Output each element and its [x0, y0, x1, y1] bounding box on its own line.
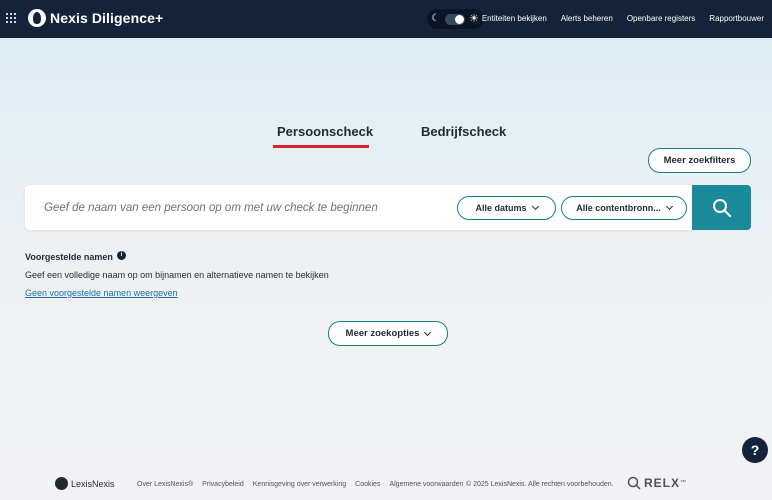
- footer-link-cookies[interactable]: Cookies: [355, 481, 380, 488]
- top-bar: Nexis Diligence+ ☾ ☀ Entiteiten bekijken…: [0, 0, 772, 38]
- search-input[interactable]: [44, 198, 444, 218]
- nav-manage-alerts[interactable]: Alerts beheren: [561, 14, 613, 23]
- relx-logo-icon: [627, 476, 641, 490]
- nav-public-registers[interactable]: Openbare registers: [627, 14, 695, 23]
- lexisnexis-logo[interactable]: LexisNexis: [55, 477, 115, 490]
- lexisnexis-logo-icon: [55, 477, 68, 490]
- hide-suggested-names-link[interactable]: Geen voorgestelde namen weergeven: [25, 288, 178, 298]
- lexisnexis-logo-text: LexisNexis: [71, 478, 115, 489]
- chevron-down-icon: [665, 202, 673, 211]
- date-filter-dropdown[interactable]: Alle datums: [457, 196, 556, 220]
- search-icon: [712, 198, 731, 217]
- suggested-names-description: Geef een volledige naam op om bijnamen e…: [25, 270, 329, 280]
- footer-copyright: © 2025 LexisNexis. Alle rechten voorbeho…: [466, 481, 614, 488]
- chevron-down-icon: [424, 328, 432, 336]
- main-nav: Entiteiten bekijken Alerts beheren Openb…: [468, 14, 764, 23]
- more-filters-button[interactable]: Meer zoekfilters: [648, 148, 751, 173]
- footer-link-processing-notice[interactable]: Kennisgeving over verwerking: [253, 481, 346, 488]
- date-filter-label: Alle datums: [475, 203, 527, 213]
- relx-logo[interactable]: RELX ™: [627, 476, 686, 490]
- suggested-names-title: Voorgestelde namen: [25, 252, 113, 262]
- nexis-logo-icon: [28, 9, 46, 27]
- brand[interactable]: Nexis Diligence+: [28, 9, 163, 27]
- more-search-options-button[interactable]: Meer zoekopties: [328, 321, 448, 346]
- info-icon[interactable]: i: [117, 251, 126, 260]
- tab-person-check[interactable]: Persoonscheck: [277, 124, 373, 139]
- footer-link-privacy[interactable]: Privacybeleid: [202, 481, 244, 488]
- tab-company-check[interactable]: Bedrijfscheck: [421, 124, 506, 139]
- relx-trademark: ™: [680, 480, 687, 486]
- moon-icon: ☾: [431, 13, 440, 24]
- footer-link-terms[interactable]: Algemene voorwaarden: [389, 481, 463, 488]
- nav-report-builder[interactable]: Rapportbouwer: [709, 14, 764, 23]
- content-source-label: Alle contentbronn...: [576, 203, 661, 213]
- more-search-options-label: Meer zoekopties: [345, 328, 420, 339]
- relx-logo-text: RELX: [644, 476, 681, 490]
- chevron-down-icon: [531, 202, 539, 211]
- brand-name: Nexis Diligence+: [50, 10, 164, 26]
- nav-view-entities[interactable]: Entiteiten bekijken: [482, 14, 547, 23]
- content-source-dropdown[interactable]: Alle contentbronn...: [561, 196, 687, 220]
- footer-links: Over LexisNexis® Privacybeleid Kennisgev…: [137, 481, 472, 488]
- theme-switch[interactable]: [445, 13, 465, 25]
- help-button[interactable]: ?: [742, 437, 768, 463]
- footer-link-about[interactable]: Over LexisNexis®: [137, 481, 193, 488]
- search-button[interactable]: [692, 185, 751, 230]
- active-tab-indicator: [273, 145, 369, 148]
- apps-grid-icon[interactable]: [6, 13, 16, 23]
